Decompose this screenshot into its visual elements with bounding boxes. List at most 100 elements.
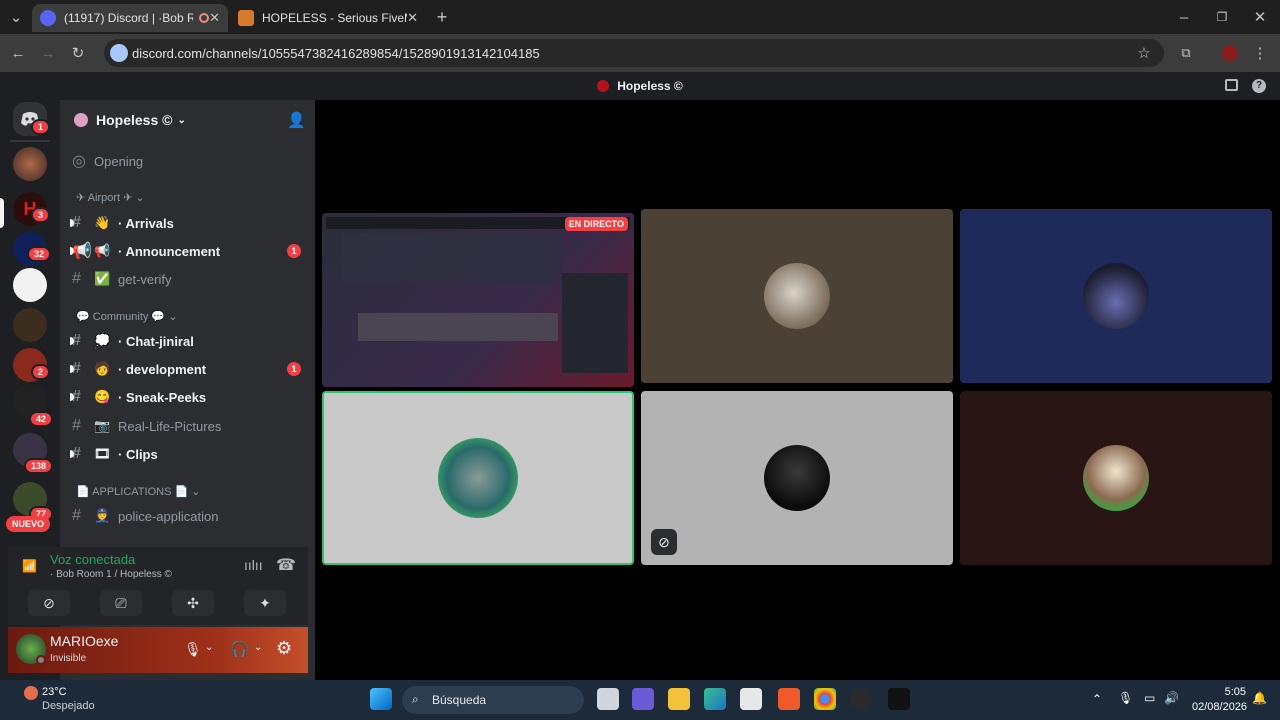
extensions-icon[interactable]: ⧉ [1176, 43, 1196, 63]
maximize-icon[interactable]: ❐ [1212, 7, 1232, 27]
camera-button[interactable]: ⊘ [28, 590, 70, 616]
channel-sneak-peeks[interactable]: # 😋 · Sneak-Peeks [70, 385, 307, 409]
tab-discord[interactable]: (11917) Discord | ·Bob R ✕ [32, 4, 228, 32]
disconnect-icon[interactable]: ☎ [276, 555, 296, 575]
volume-icon[interactable]: 🔊 [1164, 691, 1179, 705]
participant-tile-speaking[interactable] [322, 391, 634, 565]
participant-avatar [764, 445, 830, 511]
notification-bell-icon[interactable]: 🔔 [1252, 691, 1267, 705]
soundboard-button[interactable]: ✦ [244, 590, 286, 616]
selected-pill [0, 198, 4, 228]
start-button[interactable] [370, 688, 392, 710]
inbox-icon[interactable] [1225, 79, 1238, 91]
close-tab-icon[interactable]: ✕ [209, 10, 220, 26]
url-field[interactable]: discord.com/channels/1055547382416289854… [104, 39, 1164, 67]
noise-suppression-icon[interactable]: ıılıı [244, 557, 263, 573]
server-header[interactable]: Hopeless © ⌄ [74, 110, 186, 130]
bookmark-star-icon[interactable]: ☆ [1134, 43, 1154, 63]
channel-clips[interactable]: # 🎞 · Clips [70, 442, 307, 466]
stream-side-panel [562, 273, 628, 373]
channel-name: Real-Life-Pictures [118, 418, 222, 434]
participant-tile[interactable]: ⊘ [641, 391, 953, 565]
browser-tab-bar: ⌄ (11917) Discord | ·Bob R ✕ HOPELESS - … [0, 0, 1280, 34]
chevron-up-icon[interactable]: ⌃ [1092, 692, 1102, 706]
profile-avatar[interactable] [1220, 43, 1240, 63]
site-info-icon[interactable] [110, 44, 128, 62]
server-name: Hopeless © [96, 112, 173, 128]
invite-people-icon[interactable]: 👤 [287, 111, 306, 129]
chrome-icon[interactable] [814, 688, 836, 710]
address-bar: ← → ↻ discord.com/channels/1055547382416… [0, 34, 1280, 72]
tab-hopeless[interactable]: HOPELESS - Serious FiveM Role ✕ [230, 4, 426, 32]
channel-arrivals[interactable]: # 👋 · Arrivals [70, 211, 307, 235]
file-explorer-icon[interactable] [668, 688, 690, 710]
app-icon[interactable] [888, 688, 910, 710]
close-window-icon[interactable]: ✕ [1250, 7, 1270, 27]
mic-tray-icon[interactable]: 🎙 [1118, 691, 1133, 705]
channel-real-life-pictures[interactable]: # 📷 Real-Life-Pictures [72, 414, 307, 438]
channel-emoji: 👮 [94, 508, 111, 523]
help-icon[interactable]: ? [1252, 79, 1266, 93]
opening-link[interactable]: ◎ Opening [72, 149, 307, 173]
store-icon[interactable] [740, 688, 762, 710]
chevron-down-icon[interactable]: ⌄ [254, 642, 262, 653]
stream-preview [322, 213, 634, 387]
participant-tile[interactable] [960, 209, 1272, 383]
clock-time[interactable]: 5:05 [1222, 686, 1246, 698]
category-airport[interactable]: ✈ Airport ✈ ⌄ [76, 191, 145, 204]
server-icon-4[interactable] [13, 268, 47, 302]
edge-icon[interactable] [704, 688, 726, 710]
chevron-down-icon: ⌄ [177, 114, 186, 126]
category-community[interactable]: 💬 Community 💬 ⌄ [76, 310, 177, 323]
server-badge: 3 [31, 207, 51, 223]
new-tab-button[interactable]: + [432, 7, 452, 27]
hashtag-icon: # [72, 270, 81, 287]
participant-tile[interactable] [641, 209, 953, 383]
settings-gear-icon[interactable]: ⚙ [276, 638, 292, 659]
back-icon[interactable]: ← [8, 43, 28, 63]
headphones-icon[interactable]: 🎧 [230, 640, 249, 658]
teams-icon[interactable] [632, 688, 654, 710]
new-badge[interactable]: NUEVO [6, 516, 51, 532]
reload-icon[interactable]: ↻ [68, 43, 88, 63]
voice-status[interactable]: Voz conectada [50, 552, 135, 567]
hopeless-favicon-icon [238, 10, 254, 26]
forward-icon[interactable]: → [38, 43, 58, 63]
browser-menu-icon[interactable]: ⋮ [1250, 43, 1270, 63]
steam-icon[interactable] [850, 688, 872, 710]
hashtag-icon: # [72, 417, 81, 434]
voice-location[interactable]: · Bob Room 1 / Hopeless © [50, 569, 172, 580]
screen-share-icon: ⎚ [115, 594, 127, 611]
channel-get-verify[interactable]: # ✅ get-verify [72, 267, 307, 291]
username[interactable]: MARIOexe [50, 633, 118, 649]
clock-date[interactable]: 02/08/2026 [1192, 701, 1247, 713]
network-icon[interactable]: ▭ [1144, 691, 1155, 705]
server-badge: 2 [31, 364, 51, 380]
channel-announcement[interactable]: 📢 📢 · Announcement 1 [70, 239, 307, 263]
signal-icon[interactable]: 📶 [22, 559, 37, 573]
voice-connection-panel: 📶 Voz conectada · Bob Room 1 / Hopeless … [8, 547, 308, 625]
server-icon-5[interactable] [13, 308, 47, 342]
tab-search-icon[interactable]: ⌄ [6, 7, 26, 27]
stream-tile[interactable]: EN DIRECTO [322, 213, 634, 387]
server-icon-1[interactable] [13, 147, 47, 181]
share-screen-button[interactable]: ⎚ [100, 590, 142, 616]
user-panel: MARIOexe Invisible 🎙 ⌄ 🎧 ⌄ ⚙ [8, 627, 308, 673]
task-view-icon[interactable] [597, 688, 619, 710]
minimize-icon[interactable]: – [1174, 7, 1194, 27]
participant-tile[interactable] [960, 391, 1272, 565]
taskbar-search[interactable]: ⌕ Búsqueda [402, 686, 584, 714]
brave-icon[interactable] [778, 688, 800, 710]
chevron-down-icon[interactable]: ⌄ [205, 642, 213, 653]
activities-button[interactable]: ✣ [172, 590, 214, 616]
category-label: ✈ Airport ✈ [76, 192, 133, 204]
weather-icon[interactable] [24, 686, 38, 700]
close-tab-icon[interactable]: ✕ [407, 10, 418, 26]
weather-temp[interactable]: 23°C [42, 686, 67, 698]
channel-development[interactable]: # 🧑 · development 1 [70, 357, 307, 381]
channel-chat-jiniral[interactable]: # 💭 · Chat-jiniral [70, 329, 307, 353]
channel-police-application[interactable]: # 👮 police-application [72, 504, 307, 528]
microphone-icon[interactable]: 🎙 [184, 641, 202, 658]
category-applications[interactable]: 📄 APPLICATIONS 📄 ⌄ [76, 485, 200, 498]
soundboard-icon: ✦ [259, 594, 271, 611]
